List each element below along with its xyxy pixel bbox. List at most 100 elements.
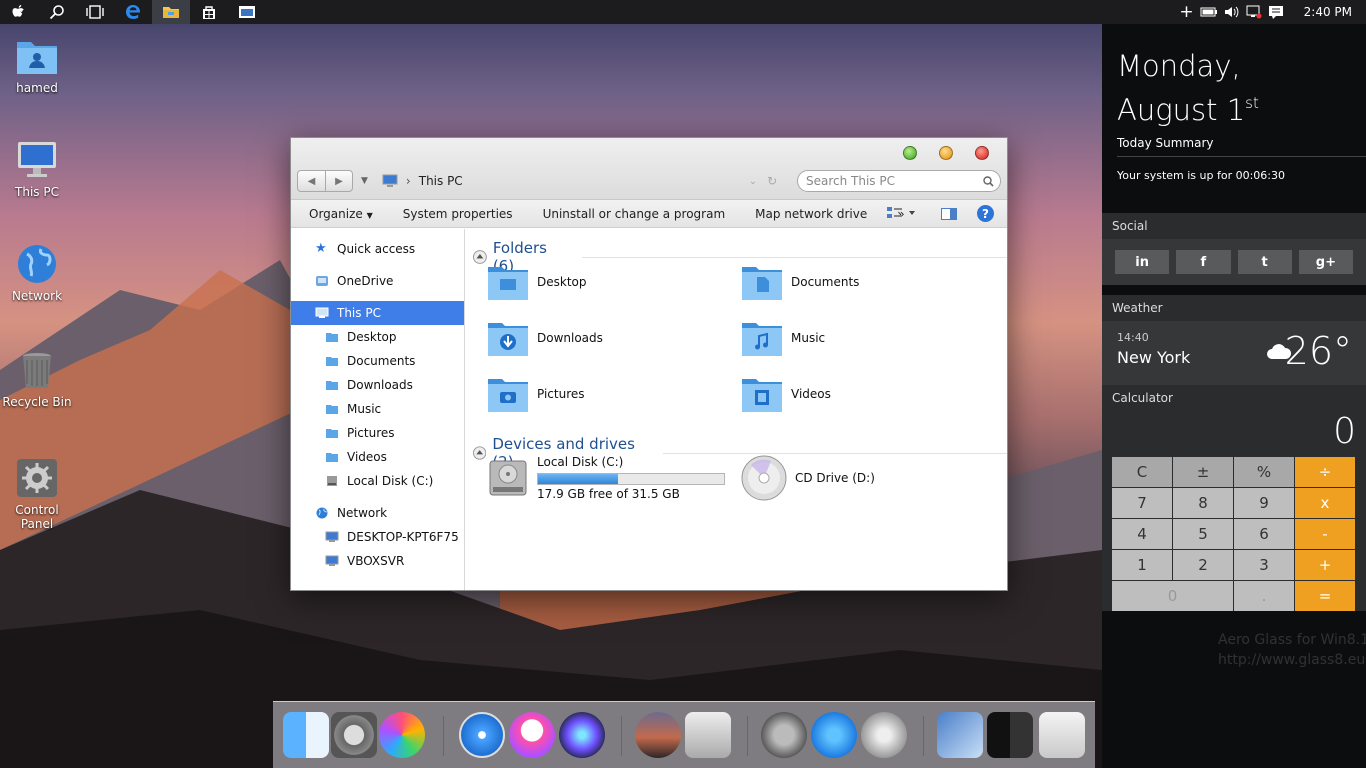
folder-music[interactable]: Music: [741, 319, 825, 357]
calc-key-9[interactable]: 9: [1234, 488, 1294, 518]
calc-sign-key[interactable]: ±: [1173, 457, 1233, 487]
close-button[interactable]: [975, 146, 989, 160]
minimize-button[interactable]: [939, 146, 953, 160]
calc-multiply-key[interactable]: x: [1295, 488, 1355, 518]
drive-cd[interactable]: CD Drive (D:): [741, 455, 875, 501]
preview-pane-icon[interactable]: [941, 208, 957, 223]
refresh-icon[interactable]: ↻: [767, 174, 777, 188]
calc-key-3[interactable]: 3: [1234, 550, 1294, 580]
uninstall-program-button[interactable]: Uninstall or change a program: [543, 207, 726, 221]
linkedin-button[interactable]: in: [1115, 250, 1170, 274]
shutdown-icon[interactable]: [861, 712, 907, 758]
calc-key-7[interactable]: 7: [1112, 488, 1172, 518]
recent-locations-dropdown[interactable]: ▼: [361, 176, 368, 186]
calc-subtract-key[interactable]: -: [1295, 519, 1355, 549]
system-properties-button[interactable]: System properties: [403, 207, 513, 221]
preview-icon[interactable]: [937, 712, 983, 758]
nav-videos[interactable]: Videos: [291, 445, 464, 469]
mac-pro-icon[interactable]: [685, 712, 731, 758]
help-icon[interactable]: ?: [977, 205, 994, 222]
weather-header: Weather: [1102, 295, 1366, 321]
calc-decimal-key[interactable]: .: [1234, 581, 1294, 611]
clock[interactable]: 2:40 PM: [1304, 5, 1352, 19]
macos-sierra-icon[interactable]: [635, 712, 681, 758]
back-button[interactable]: ◀: [298, 171, 325, 191]
calc-key-1[interactable]: 1: [1112, 550, 1172, 580]
control-center-icon[interactable]: [987, 712, 1033, 758]
calc-add-key[interactable]: +: [1295, 550, 1355, 580]
nav-network-vboxsvr[interactable]: VBOXSVR: [291, 549, 464, 573]
nav-documents[interactable]: Documents: [291, 349, 464, 373]
dock-trash-icon[interactable]: [1039, 712, 1085, 758]
calc-divide-key[interactable]: ÷: [1295, 457, 1355, 487]
system-preferences-icon[interactable]: [331, 712, 377, 758]
desktop-icon-recycle-bin[interactable]: Recycle Bin: [0, 350, 74, 409]
calc-clear-key[interactable]: C: [1112, 457, 1172, 487]
nav-onedrive[interactable]: OneDrive: [291, 269, 464, 293]
search-input[interactable]: Search This PC: [797, 170, 1001, 192]
today-summary-label: Today Summary: [1117, 136, 1214, 150]
folder-icon: [326, 405, 338, 414]
apple-menu-icon[interactable]: [0, 0, 38, 24]
safari-icon[interactable]: [459, 712, 505, 758]
calc-key-8[interactable]: 8: [1173, 488, 1233, 518]
title-bar[interactable]: ◀ ▶ ▼ › This PC ⌄ ↻ Search This PC: [291, 138, 1007, 200]
calc-key-5[interactable]: 5: [1173, 519, 1233, 549]
nav-network[interactable]: Network: [291, 501, 464, 525]
file-explorer-icon[interactable]: [152, 0, 190, 24]
calc-key-2[interactable]: 2: [1173, 550, 1233, 580]
nav-this-pc[interactable]: This PC: [291, 301, 464, 325]
calc-key-4[interactable]: 4: [1112, 519, 1172, 549]
folder-downloads[interactable]: Downloads: [487, 319, 603, 357]
map-network-drive-button[interactable]: Map network drive: [755, 207, 867, 221]
forward-button[interactable]: ▶: [325, 171, 352, 191]
drive-local-disk[interactable]: Local Disk (C:) 17.9 GB free of 31.5 GB: [487, 455, 725, 501]
view-options-icon[interactable]: [887, 207, 915, 222]
star-icon: ★: [315, 241, 327, 256]
finder-icon[interactable]: [283, 712, 329, 758]
twitter-button[interactable]: t: [1237, 250, 1292, 274]
siri-icon[interactable]: [559, 712, 605, 758]
desktop-icon-user-folder[interactable]: hamed: [0, 36, 74, 95]
search-glass-icon: [983, 176, 994, 187]
edge-browser-icon[interactable]: [114, 0, 152, 24]
desktop-icon-this-pc[interactable]: This PC: [0, 140, 74, 199]
nav-network-desktop-computer[interactable]: DESKTOP-KPT6F75: [291, 525, 464, 549]
organize-menu[interactable]: Organize ▼: [309, 207, 373, 221]
calc-key-6[interactable]: 6: [1234, 519, 1294, 549]
downloads-folder-icon: [488, 323, 528, 356]
desktop-icon-network[interactable]: Network: [0, 244, 74, 303]
network-status-icon[interactable]: [1246, 5, 1262, 19]
nav-local-disk[interactable]: Local Disk (C:): [291, 469, 464, 493]
itunes-icon[interactable]: [509, 712, 555, 758]
plus-icon[interactable]: +: [1179, 2, 1193, 22]
desktop-icon-control-panel[interactable]: Control Panel: [0, 458, 74, 531]
calc-key-0[interactable]: 0: [1112, 581, 1233, 611]
notifications-icon[interactable]: [1268, 5, 1284, 19]
launchpad-icon[interactable]: [761, 712, 807, 758]
nav-music[interactable]: Music: [291, 397, 464, 421]
search-icon[interactable]: [38, 0, 76, 24]
nav-desktop[interactable]: Desktop: [291, 325, 464, 349]
nav-downloads[interactable]: Downloads: [291, 373, 464, 397]
nav-quick-access[interactable]: ★ Quick access: [291, 237, 464, 261]
address-dropdown-icon[interactable]: ⌄: [749, 176, 757, 187]
folder-pictures[interactable]: Pictures: [487, 375, 585, 413]
folder-desktop[interactable]: Desktop: [487, 263, 587, 301]
google-plus-button[interactable]: g+: [1298, 250, 1353, 274]
volume-icon[interactable]: [1224, 5, 1240, 19]
calc-equals-key[interactable]: =: [1295, 581, 1355, 611]
maximize-button[interactable]: [903, 146, 917, 160]
folder-videos[interactable]: Videos: [741, 375, 831, 413]
app-store-icon[interactable]: [811, 712, 857, 758]
store-icon[interactable]: [190, 0, 228, 24]
task-view-icon[interactable]: [76, 0, 114, 24]
app-window-icon[interactable]: [228, 0, 266, 24]
game-center-icon[interactable]: [379, 712, 425, 758]
address-bar[interactable]: This PC: [419, 174, 739, 188]
folder-documents[interactable]: Documents: [741, 263, 859, 301]
nav-pictures[interactable]: Pictures: [291, 421, 464, 445]
battery-icon[interactable]: [1200, 7, 1218, 17]
calc-percent-key[interactable]: %: [1234, 457, 1294, 487]
facebook-button[interactable]: f: [1176, 250, 1231, 274]
